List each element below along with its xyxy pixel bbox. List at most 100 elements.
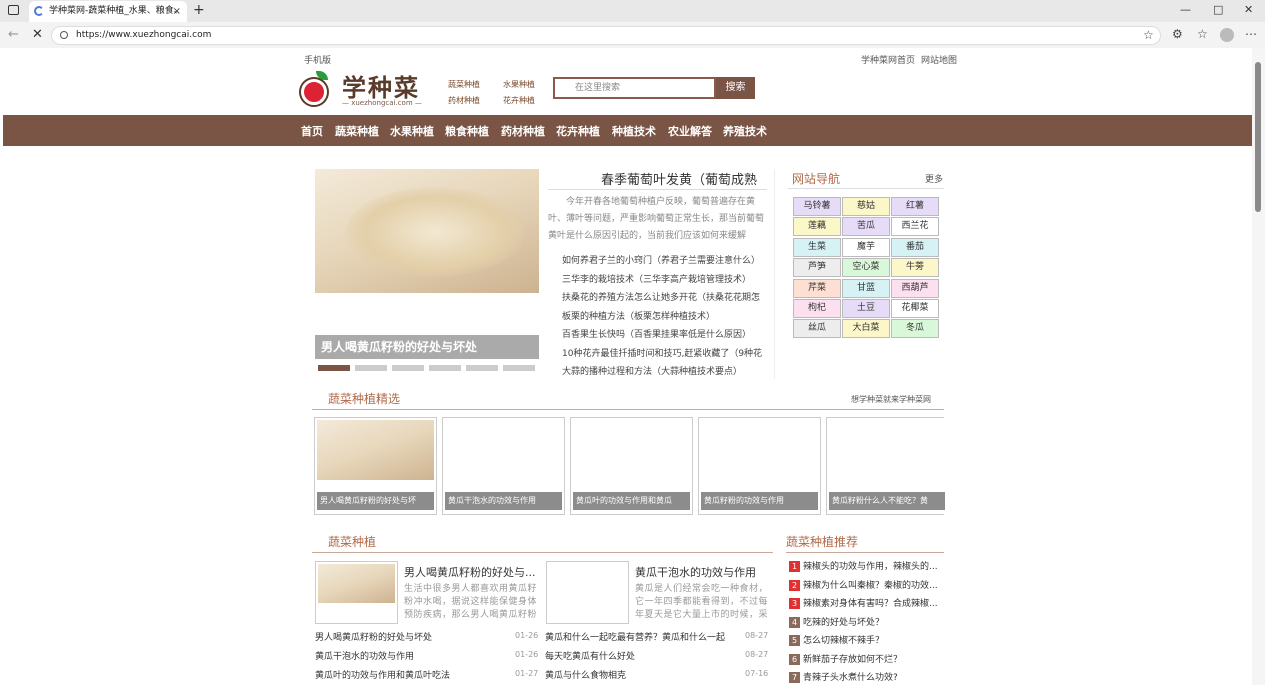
thumb-card[interactable]: 黄瓜干泡水的功效与作用 <box>442 417 565 515</box>
nav-item[interactable]: 药材种植 <box>501 123 545 139</box>
site-nav-item[interactable]: 冬瓜 <box>891 319 939 339</box>
site-nav-item[interactable]: 莲藕 <box>793 217 841 237</box>
card-image[interactable] <box>315 561 398 624</box>
recommend-item[interactable]: 6 新鲜茄子存放如何不烂？ <box>789 652 944 665</box>
site-nav-item[interactable]: 丝瓜 <box>793 319 841 339</box>
nav-item[interactable]: 农业解答 <box>668 123 712 139</box>
site-nav-item[interactable]: 枸杞 <box>793 299 841 318</box>
thumb-card[interactable]: 黄瓜籽粉什么人不能吃？黄 <box>826 417 945 515</box>
quick-link[interactable]: 蔬菜种植 <box>448 79 480 90</box>
favorite-star-icon[interactable]: ☆ <box>1143 28 1154 42</box>
article-link[interactable]: 黄瓜干泡水的功效与作用 <box>315 649 510 662</box>
home-link[interactable]: 学种菜网首页 <box>861 53 915 66</box>
site-nav-item[interactable]: 生菜 <box>793 237 841 257</box>
article-link[interactable]: 黄瓜和什么一起吃最有营养？黄瓜和什么一起 <box>545 630 735 643</box>
browser-tab[interactable]: 学种菜网-蔬菜种植_水果、粮食、 × <box>29 1 187 22</box>
tab-actions-icon[interactable] <box>8 5 19 15</box>
thumb-card[interactable]: 黄瓜叶的功效与作用和黄瓜 <box>570 417 693 515</box>
recommend-item[interactable]: 7 青辣子头水煮什么功效? <box>789 670 944 683</box>
site-nav-item[interactable]: 芹菜 <box>793 278 841 298</box>
site-nav-item[interactable]: 番茄 <box>891 237 939 257</box>
site-nav-item[interactable]: 甘蓝 <box>842 278 890 298</box>
extensions-icon[interactable]: ⚙ <box>1172 27 1183 41</box>
site-info-icon[interactable] <box>60 31 68 39</box>
close-window-button[interactable]: ✕ <box>1244 3 1253 16</box>
nav-item[interactable]: 水果种植 <box>390 123 434 139</box>
nav-item[interactable]: 种植技术 <box>612 123 656 139</box>
page-scrollbar[interactable] <box>1252 48 1265 685</box>
quick-link[interactable]: 花卉种植 <box>503 95 535 106</box>
brand-name[interactable]: 学种菜 <box>342 68 420 103</box>
news-item[interactable]: 板栗的种植方法（板栗怎样种植技术） <box>562 308 767 327</box>
news-item[interactable]: 如何养君子兰的小窍门（养君子兰需要注意什么） <box>562 252 767 271</box>
scrollbar-thumb[interactable] <box>1255 62 1261 212</box>
featured-headline[interactable]: 春季葡萄叶发黄（葡萄成熟 <box>601 169 757 188</box>
thumb-card[interactable]: 男人喝黄瓜籽粉的好处与坏 <box>314 417 437 515</box>
site-nav-item[interactable]: 红薯 <box>891 197 939 216</box>
recommend-item[interactable]: 2 辣椒为什么叫秦椒？秦椒的功效... <box>789 578 944 591</box>
divider <box>774 169 775 379</box>
news-item[interactable]: 百香果生长快吗（百香果挂果率低是什么原因） <box>562 326 767 345</box>
recommend-item[interactable]: 5 怎么切辣椒不辣手？ <box>789 633 944 646</box>
news-item[interactable]: 扶桑花的养殖方法怎么让她多开花（扶桑花花期怎 <box>562 289 767 308</box>
site-nav-item[interactable]: 魔芋 <box>842 237 890 257</box>
nav-item[interactable]: 花卉种植 <box>556 123 600 139</box>
nav-item[interactable]: 粮食种植 <box>445 123 489 139</box>
quick-link[interactable]: 药材种植 <box>448 95 480 106</box>
nav-item[interactable]: 养殖技术 <box>723 123 767 139</box>
slider-image[interactable] <box>315 169 539 293</box>
search-button[interactable]: 搜索 <box>716 77 755 99</box>
slider-dot[interactable] <box>318 365 350 371</box>
site-nav-item[interactable]: 花椰菜 <box>891 299 939 318</box>
article-link[interactable]: 黄瓜叶的功效与作用和黄瓜叶吃法 <box>315 668 510 681</box>
site-nav-more-link[interactable]: 更多 <box>925 172 943 185</box>
tab-close-icon[interactable]: × <box>173 1 181 22</box>
search-input[interactable]: 在这里搜索 <box>553 77 716 99</box>
logo-icon[interactable] <box>296 71 334 109</box>
stop-icon[interactable]: ✕ <box>32 27 43 42</box>
slider-dot[interactable] <box>392 365 424 371</box>
slider-dot[interactable] <box>355 365 387 371</box>
minimize-button[interactable]: — <box>1180 3 1191 16</box>
quick-link[interactable]: 水果种植 <box>503 79 535 90</box>
nav-item[interactable]: 首页 <box>301 123 323 139</box>
recommend-item-title: 新鲜茄子存放如何不烂？ <box>803 654 903 665</box>
news-item[interactable]: 三华李的栽培技术（三华李高产栽培管理技术） <box>562 271 767 290</box>
slider-dot[interactable] <box>503 365 535 371</box>
site-nav-item[interactable]: 土豆 <box>842 299 890 318</box>
maximize-button[interactable]: □ <box>1213 3 1223 16</box>
site-nav-item[interactable]: 大白菜 <box>842 319 890 339</box>
slider-dot[interactable] <box>466 365 498 371</box>
more-menu-icon[interactable]: ⋯ <box>1245 27 1257 41</box>
site-nav-item[interactable]: 空心菜 <box>842 258 890 278</box>
favorites-icon[interactable]: ☆ <box>1197 27 1208 41</box>
thumb-card[interactable]: 黄瓜籽粉的功效与作用 <box>698 417 821 515</box>
site-nav-item[interactable]: 马铃薯 <box>793 197 841 216</box>
card-image[interactable] <box>546 561 629 624</box>
recommend-item[interactable]: 4 吃辣的好处与坏处？ <box>789 615 944 628</box>
news-item[interactable]: 10种花卉最佳扦插时间和技巧,赶紧收藏了（9种花 <box>562 345 767 364</box>
card-title[interactable]: 男人喝黄瓜籽粉的好处与... <box>404 564 539 580</box>
article-link[interactable]: 男人喝黄瓜籽粉的好处与坏处 <box>315 630 510 643</box>
sitemap-link[interactable]: 网站地图 <box>921 53 957 66</box>
site-nav-item[interactable]: 牛蒡 <box>891 258 939 278</box>
article-link[interactable]: 黄瓜与什么食物相克 <box>545 668 735 681</box>
slider-dot[interactable] <box>429 365 461 371</box>
recommend-item[interactable]: 3 辣椒素对身体有害吗？合成辣椒... <box>789 596 944 609</box>
back-icon[interactable]: ← <box>8 27 19 42</box>
news-item[interactable]: 大蒜的播种过程和方法（大蒜种植技术要点） <box>562 363 767 378</box>
site-nav-item[interactable]: 西葫芦 <box>891 278 939 298</box>
profile-avatar[interactable] <box>1220 28 1234 42</box>
recommend-item[interactable]: 1 辣椒头的功效与作用，辣椒头的... <box>789 559 944 572</box>
new-tab-button[interactable]: + <box>193 2 205 18</box>
address-bar[interactable]: https://www.xuezhongcai.com <box>51 26 1161 45</box>
article-link[interactable]: 每天吃黄瓜有什么好处 <box>545 649 735 662</box>
nav-item[interactable]: 蔬菜种植 <box>335 123 379 139</box>
site-nav-item[interactable]: 西兰花 <box>891 217 939 237</box>
card-title[interactable]: 黄瓜干泡水的功效与作用 <box>635 564 770 580</box>
site-nav-item[interactable]: 慈姑 <box>842 197 890 216</box>
slider-caption[interactable]: 男人喝黄瓜籽粉的好处与坏处 <box>315 335 539 359</box>
site-nav-item[interactable]: 苦瓜 <box>842 217 890 237</box>
mobile-link[interactable]: 手机版 <box>304 53 331 66</box>
site-nav-item[interactable]: 芦笋 <box>793 258 841 278</box>
